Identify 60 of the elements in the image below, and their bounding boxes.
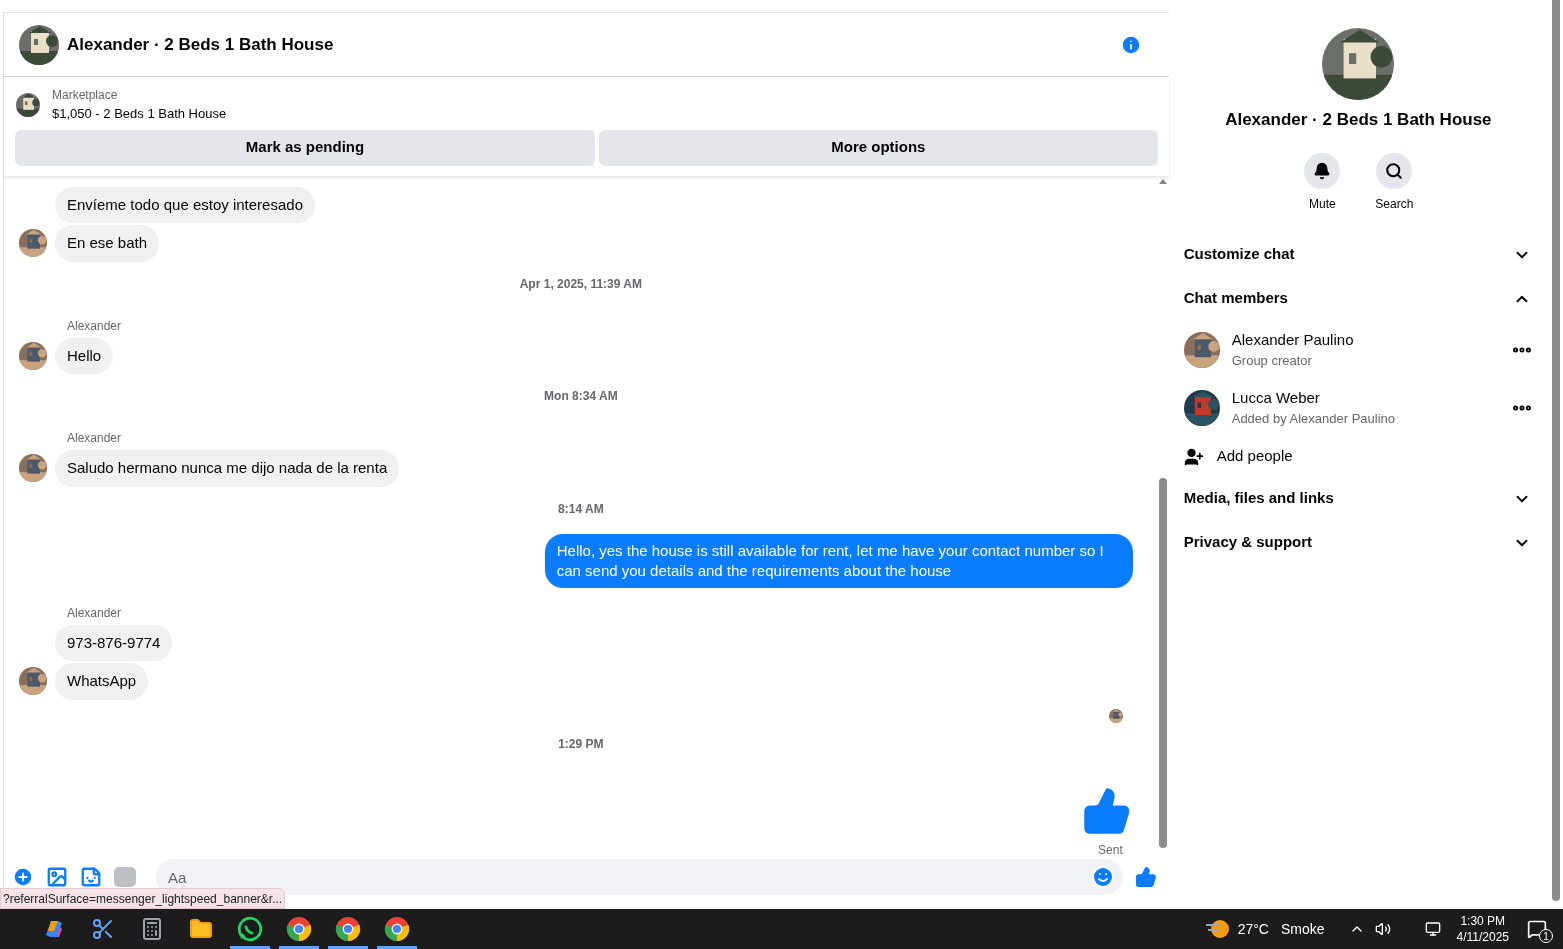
add-people-link[interactable]: Add people [1216,445,1293,468]
running-indicator [327,946,368,949]
member-role: Group creator [1231,352,1313,370]
weather-temperature[interactable]: 27°C [1237,918,1269,940]
monitor-icon[interactable] [1424,921,1441,937]
section-header[interactable]: Chat members [1183,276,1534,321]
message-timestamp: Apr 1, 2025, 11:39 AM [519,275,642,293]
listing-source: Marketplace [52,87,119,104]
message-bubble: Hello, yes the house is still available for rent, let me have your contact number so I can send you details and the requirements about the house [544,533,1133,588]
bell-icon [1313,161,1332,180]
clock-date[interactable]: 4/11/2025 [1456,929,1509,945]
section-header[interactable]: Media, files and links [1183,476,1534,521]
image-icon[interactable] [46,866,68,888]
message-bubble: WhatsApp [55,663,149,700]
member-name: Alexander Paulino [1231,329,1355,350]
browser-icon[interactable] [383,916,410,942]
browser-icon[interactable] [334,916,361,942]
browser-icon[interactable] [285,916,312,942]
message-bubble: Saludo hermano nunca me dijo nada de la renta [55,450,400,487]
add-person-icon[interactable] [1183,446,1204,467]
speaker-icon[interactable] [1374,921,1391,937]
message-input[interactable]: Aa [156,859,1123,895]
notification-icon[interactable] [1527,919,1547,939]
member-role: Added by Alexander Paulino [1231,410,1397,428]
sender-name: Alexander [67,318,122,333]
message-bubble: Hello [55,337,114,374]
listing-action-button[interactable]: Mark as pending [15,129,595,166]
message-bubble: Envíeme todo que estoy interesado [55,186,315,223]
message-timestamp: Mon 8:34 AM [544,388,618,405]
sticker-icon[interactable] [80,866,102,888]
like-icon[interactable] [1134,866,1157,888]
section-header[interactable]: Customize chat [1183,232,1534,277]
search-icon [1385,161,1404,180]
clock-time[interactable]: 1:30 PM [1460,913,1506,929]
listing-action-button[interactable]: More options [599,129,1158,166]
folder-icon[interactable] [188,917,213,941]
message-timestamp: 8:14 AM [558,500,604,518]
message-bubble: 973-876-9774 [55,624,173,661]
scissors-icon[interactable] [90,917,115,941]
running-indicator [229,946,270,949]
running-indicator [376,946,417,949]
chat-title: Alexander · 2 Beds 1 Bath House [1224,109,1493,131]
message-timestamp: 1:29 PM [558,735,604,753]
chat-bubble-icon[interactable] [236,916,263,942]
info-icon[interactable] [1119,33,1142,56]
weather-icon[interactable] [1205,918,1230,940]
listing-title: $1,050 - 2 Beds 1 Bath House [52,105,227,123]
status-url: ?referralSurface=messenger_lightspeed_banner&r... [0,888,286,909]
scroll-up-icon[interactable] [1159,178,1168,184]
notification-count: 1 [1539,929,1553,943]
conversation-title: Alexander · 2 Beds 1 Bath House [67,33,334,56]
plus-icon[interactable] [12,866,34,888]
member-name: Lucca Weber [1231,387,1321,408]
sender-name: Alexander [67,431,122,445]
sender-name: Alexander [67,605,122,620]
weather-condition[interactable]: Smoke [1280,918,1325,940]
message-bubble: En ese bath [55,225,160,262]
section-header[interactable]: Privacy & support [1183,520,1534,565]
running-indicator [278,946,319,949]
message-status: Sent [1098,841,1123,855]
